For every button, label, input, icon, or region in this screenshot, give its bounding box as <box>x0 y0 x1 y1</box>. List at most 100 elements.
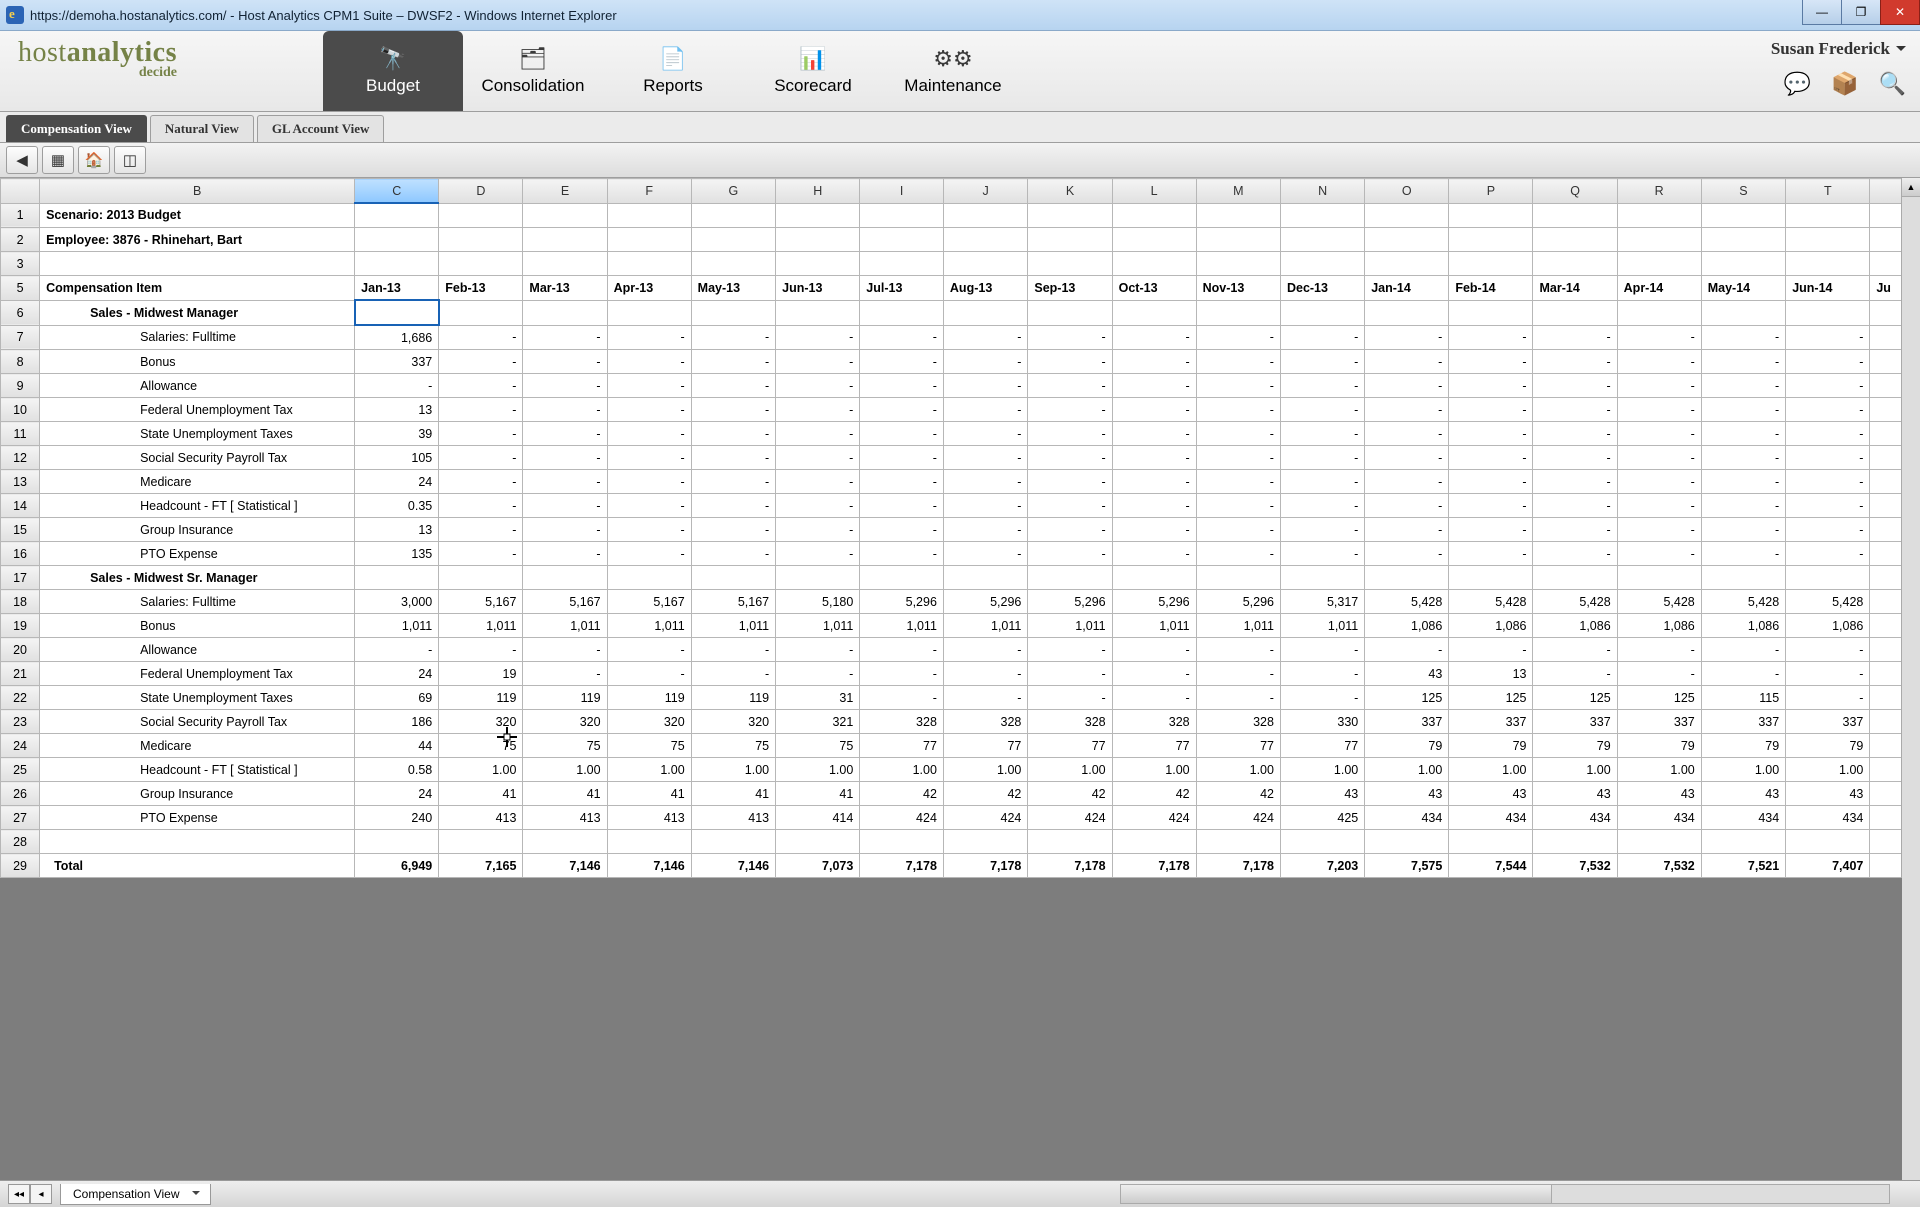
row-header-16[interactable]: 16 <box>1 542 40 566</box>
scorecard-icon: 📊 <box>799 46 826 72</box>
row-header-14[interactable]: 14 <box>1 494 40 518</box>
row-header-27[interactable]: 27 <box>1 806 40 830</box>
row-header-25[interactable]: 25 <box>1 758 40 782</box>
col-header-S[interactable]: S <box>1701 179 1785 204</box>
col-header-Q[interactable]: Q <box>1533 179 1617 204</box>
row-13: 13Medicare24----------------- <box>1 470 1920 494</box>
excel-icon[interactable]: ▦ <box>42 146 74 174</box>
view-tab-natural-view[interactable]: Natural View <box>150 115 254 142</box>
col-header-O[interactable]: O <box>1365 179 1449 204</box>
row-2: 2Employee: 3876 - Rhinehart, Bart <box>1 228 1920 252</box>
col-header-G[interactable]: G <box>691 179 775 204</box>
row-20: 20Allowance------------------ <box>1 638 1920 662</box>
nav-scorecard[interactable]: 📊Scorecard <box>743 31 883 111</box>
col-header-P[interactable]: P <box>1449 179 1533 204</box>
row-header-22[interactable]: 22 <box>1 686 40 710</box>
app-header: hostanalytics decide 🔭Budget🗂Consolidati… <box>0 31 1920 112</box>
row-24: 24Medicare447575757575777777777777797979… <box>1 734 1920 758</box>
row-3: 3 <box>1 252 1920 276</box>
view-tab-gl-account-view[interactable]: GL Account View <box>257 115 385 142</box>
row-header-3[interactable]: 3 <box>1 252 40 276</box>
row-22: 22State Unemployment Taxes69119119119119… <box>1 686 1920 710</box>
row-14: 14Headcount - FT [ Statistical ]0.35----… <box>1 494 1920 518</box>
row-header-7[interactable]: 7 <box>1 325 40 350</box>
row-header-12[interactable]: 12 <box>1 446 40 470</box>
row-header-1[interactable]: 1 <box>1 203 40 228</box>
row-1: 1Scenario: 2013 Budget <box>1 203 1920 228</box>
row-header-19[interactable]: 19 <box>1 614 40 638</box>
row-23: 23Social Security Payroll Tax18632032032… <box>1 710 1920 734</box>
col-header-B[interactable]: B <box>40 179 355 204</box>
row-header-2[interactable]: 2 <box>1 228 40 252</box>
sheet-tab[interactable]: Compensation View <box>60 1184 211 1205</box>
sheet-nav-buttons[interactable]: ◂◂◂ <box>8 1184 52 1204</box>
col-header-D[interactable]: D <box>439 179 523 204</box>
row-header-10[interactable]: 10 <box>1 398 40 422</box>
col-header-J[interactable]: J <box>943 179 1027 204</box>
layout-icon[interactable]: ◫ <box>114 146 146 174</box>
back-icon[interactable]: ◀ <box>6 146 38 174</box>
row-27: 27PTO Expense240413413413413414424424424… <box>1 806 1920 830</box>
row-17: 17Sales - Midwest Sr. Manager <box>1 566 1920 590</box>
spreadsheet-area: BCDEFGHIJKLMNOPQRST1Scenario: 2013 Budge… <box>0 178 1920 1207</box>
window-minimize-button[interactable]: — <box>1802 0 1842 25</box>
reports-icon: 📄 <box>659 46 686 72</box>
col-header-T[interactable]: T <box>1786 179 1870 204</box>
nav-reports[interactable]: 📄Reports <box>603 31 743 111</box>
row-header-28[interactable]: 28 <box>1 830 40 854</box>
sheet-toolbar: ◀▦🏠◫ <box>0 143 1920 178</box>
main-nav: 🔭Budget🗂Consolidation📄Reports📊Scorecard⚙… <box>323 31 1023 111</box>
row-header-8[interactable]: 8 <box>1 350 40 374</box>
select-all-corner[interactable] <box>1 179 40 204</box>
window-restore-button[interactable]: ❐ <box>1841 0 1881 25</box>
search-icon[interactable]: 🔍 <box>1879 71 1906 97</box>
row-header-17[interactable]: 17 <box>1 566 40 590</box>
column-header-row: BCDEFGHIJKLMNOPQRST <box>1 179 1920 204</box>
row-header-26[interactable]: 26 <box>1 782 40 806</box>
row-header-9[interactable]: 9 <box>1 374 40 398</box>
row-header-11[interactable]: 11 <box>1 422 40 446</box>
row-header-6[interactable]: 6 <box>1 300 40 325</box>
budget-icon: 🔭 <box>379 46 406 72</box>
nav-maintenance[interactable]: ⚙⚙Maintenance <box>883 31 1023 111</box>
row-header-20[interactable]: 20 <box>1 638 40 662</box>
spreadsheet-grid[interactable]: BCDEFGHIJKLMNOPQRST1Scenario: 2013 Budge… <box>0 178 1920 878</box>
vertical-scrollbar[interactable]: ▲▼ <box>1901 178 1920 1207</box>
row-16: 16PTO Expense135----------------- <box>1 542 1920 566</box>
col-header-M[interactable]: M <box>1196 179 1280 204</box>
user-menu[interactable]: Susan Frederick <box>1771 39 1906 59</box>
row-9: 9Allowance------------------ <box>1 374 1920 398</box>
row-18: 18Salaries: Fulltime3,0005,1675,1675,167… <box>1 590 1920 614</box>
row-header-18[interactable]: 18 <box>1 590 40 614</box>
brand-logo: hostanalytics decide <box>0 31 203 111</box>
col-header-K[interactable]: K <box>1028 179 1112 204</box>
package-icon[interactable]: 📦 <box>1831 71 1858 97</box>
view-tab-compensation-view[interactable]: Compensation View <box>6 115 147 142</box>
sheet-tab-bar: ◂◂◂ Compensation View <box>0 1180 1920 1207</box>
col-header-R[interactable]: R <box>1617 179 1701 204</box>
col-header-E[interactable]: E <box>523 179 607 204</box>
col-header-H[interactable]: H <box>776 179 860 204</box>
home-icon[interactable]: 🏠 <box>78 146 110 174</box>
col-header-L[interactable]: L <box>1112 179 1196 204</box>
row-header-23[interactable]: 23 <box>1 710 40 734</box>
col-header-I[interactable]: I <box>860 179 944 204</box>
row-header-29[interactable]: 29 <box>1 854 40 878</box>
browser-title-bar: https://demoha.hostanalytics.com/ - Host… <box>0 0 1920 31</box>
nav-consolidation[interactable]: 🗂Consolidation <box>463 31 603 111</box>
chat-icon[interactable]: 💬 <box>1784 71 1811 97</box>
row-header-21[interactable]: 21 <box>1 662 40 686</box>
row-header-5[interactable]: 5 <box>1 276 40 301</box>
horizontal-scrollbar[interactable] <box>1120 1184 1890 1204</box>
row-header-24[interactable]: 24 <box>1 734 40 758</box>
row-28: 28 <box>1 830 1920 854</box>
col-header-N[interactable]: N <box>1280 179 1364 204</box>
maintenance-icon: ⚙⚙ <box>933 46 972 72</box>
window-title: https://demoha.hostanalytics.com/ - Host… <box>30 8 617 23</box>
row-header-13[interactable]: 13 <box>1 470 40 494</box>
col-header-F[interactable]: F <box>607 179 691 204</box>
col-header-C[interactable]: C <box>355 179 439 204</box>
nav-budget[interactable]: 🔭Budget <box>323 31 463 111</box>
window-close-button[interactable]: ✕ <box>1880 0 1920 25</box>
row-header-15[interactable]: 15 <box>1 518 40 542</box>
